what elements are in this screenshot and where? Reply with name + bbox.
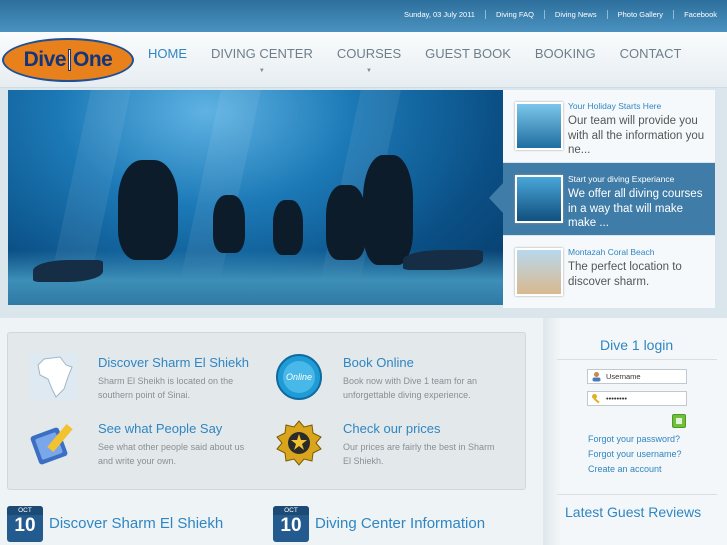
feature-title: See what People Say (98, 421, 223, 436)
forgot-username-link[interactable]: Forgot your username? (588, 449, 682, 459)
feature-title: Check our prices (343, 421, 441, 436)
diver-figure (273, 200, 303, 255)
forgot-password-link[interactable]: Forgot your password? (588, 434, 680, 444)
main-navbar: Dive One HOME DIVING CENTER ▼ COURSES ▼ GUE… (0, 32, 727, 88)
create-account-link[interactable]: Create an account (588, 464, 662, 474)
divider (557, 359, 717, 360)
feature-prices[interactable]: Check our prices Our prices are fairly t… (261, 419, 501, 479)
nav-booking[interactable]: BOOKING (523, 32, 608, 88)
top-link-gallery[interactable]: Photo Gallery (606, 10, 673, 19)
reviews-title: Latest Guest Reviews (565, 504, 702, 520)
nav-diving-center[interactable]: DIVING CENTER ▼ (199, 32, 325, 88)
features-box: Discover Sharm El Shiekh Sharm El Sheikh… (7, 332, 526, 490)
feature-text: Our prices are fairly the best in Sharm … (343, 442, 495, 466)
online-badge-icon: Online (276, 354, 322, 400)
diver-figure (326, 185, 366, 260)
slide-thumb-2[interactable]: Start your diving Experiance We offer al… (503, 163, 715, 235)
date-badge: OCT 10 (273, 506, 309, 542)
nav-home-label: HOME (148, 46, 187, 61)
top-link-news[interactable]: Diving News (543, 10, 607, 19)
slide-thumb-1[interactable]: Your Holiday Starts Here Our team will p… (503, 90, 715, 162)
username-placeholder: Username (606, 372, 641, 381)
feature-book-online[interactable]: Online Book Online Book now with Dive 1 … (261, 353, 501, 413)
password-value: •••••••• (606, 394, 628, 403)
nav-diving-center-label: DIVING CENTER (211, 46, 313, 61)
top-link-facebook[interactable]: Facebook (673, 10, 727, 19)
logo-text-right: One (73, 48, 113, 71)
thumb-image (515, 175, 563, 223)
online-badge-text: Online (286, 372, 312, 382)
top-link-faq[interactable]: Diving FAQ (484, 10, 544, 19)
diver-figure (363, 155, 413, 265)
feature-people-say[interactable]: See what People Say See what other peopl… (16, 419, 256, 479)
nav-guest-book-label: GUEST BOOK (425, 46, 511, 61)
nav-home[interactable]: HOME (136, 32, 199, 88)
feature-text: Book now with Dive 1 team for an unforge… (343, 376, 478, 400)
date-day: 10 (280, 515, 302, 536)
slide-thumb-3[interactable]: Montazah Coral Beach The perfect locatio… (503, 236, 715, 308)
slide-title: Your Holiday Starts Here (568, 101, 662, 111)
news-title: Discover Sharm El Shiekh (49, 515, 224, 532)
nav-guest-book[interactable]: GUEST BOOK (413, 32, 523, 88)
slide-text: Our team will provide you with all the i… (568, 115, 705, 156)
africa-map-icon (30, 353, 78, 401)
feature-title: Discover Sharm El Shiekh (98, 355, 249, 370)
date-badge: OCT 10 (7, 506, 43, 542)
slide-text: We offer all diving courses in a way tha… (568, 188, 703, 229)
news-title: Diving Center Information (315, 515, 486, 532)
diver-figure (213, 195, 245, 253)
feature-discover[interactable]: Discover Sharm El Shiekh Sharm El Sheikh… (16, 353, 256, 413)
date-month: OCT (7, 506, 43, 515)
diver-fin (33, 260, 103, 282)
slide-text: The perfect location to discover sharm. (568, 261, 682, 288)
pencil-note-icon (30, 423, 73, 465)
top-strip: Sunday, 03 July 2011 Diving FAQ Diving N… (0, 0, 727, 32)
feature-text: Sharm El Sheikh is located on the southe… (98, 376, 234, 400)
login-submit-button[interactable] (672, 414, 686, 428)
divider (557, 494, 717, 495)
top-links: Sunday, 03 July 2011 Diving FAQ Diving N… (394, 10, 727, 19)
nav-courses[interactable]: COURSES ▼ (325, 32, 413, 88)
date-text: Sunday, 03 July 2011 (403, 10, 475, 19)
nav-contact-label: CONTACT (619, 46, 682, 61)
slide-title: Start your diving Experiance (568, 174, 675, 184)
nav-booking-label: BOOKING (534, 46, 596, 61)
key-icon (592, 394, 600, 404)
date-day: 10 (14, 515, 36, 536)
login-title: Dive 1 login (600, 337, 674, 353)
user-icon (592, 372, 601, 382)
nav-contact[interactable]: CONTACT (608, 32, 694, 88)
nav-courses-label: COURSES (336, 46, 402, 61)
slide-pointer (489, 183, 503, 213)
chevron-down-icon: ▼ (365, 68, 372, 74)
thumb-image (515, 102, 563, 150)
logo-text-left: Dive (23, 48, 67, 71)
diver-figure (118, 160, 178, 260)
feature-text: See what other people said about us and … (98, 442, 245, 466)
slide-thumbnails: Your Holiday Starts Here Our team will p… (503, 90, 715, 308)
hero-image-divers[interactable] (8, 90, 503, 305)
slide-title: Montazah Coral Beach (568, 247, 655, 257)
logo-bar-icon (68, 49, 71, 72)
feature-title: Book Online (343, 355, 414, 370)
chevron-down-icon: ▼ (258, 68, 265, 74)
award-seal-icon (276, 420, 322, 466)
thumb-image (515, 248, 563, 296)
username-field[interactable]: Username (587, 369, 687, 384)
password-field[interactable]: •••••••• (587, 391, 687, 406)
logo[interactable]: Dive One (2, 38, 134, 82)
date-month: OCT (273, 506, 309, 515)
main-nav: HOME DIVING CENTER ▼ COURSES ▼ GUEST BOOK … (136, 32, 693, 88)
diver-fin (403, 250, 483, 270)
logo-text: Dive One (24, 48, 113, 72)
